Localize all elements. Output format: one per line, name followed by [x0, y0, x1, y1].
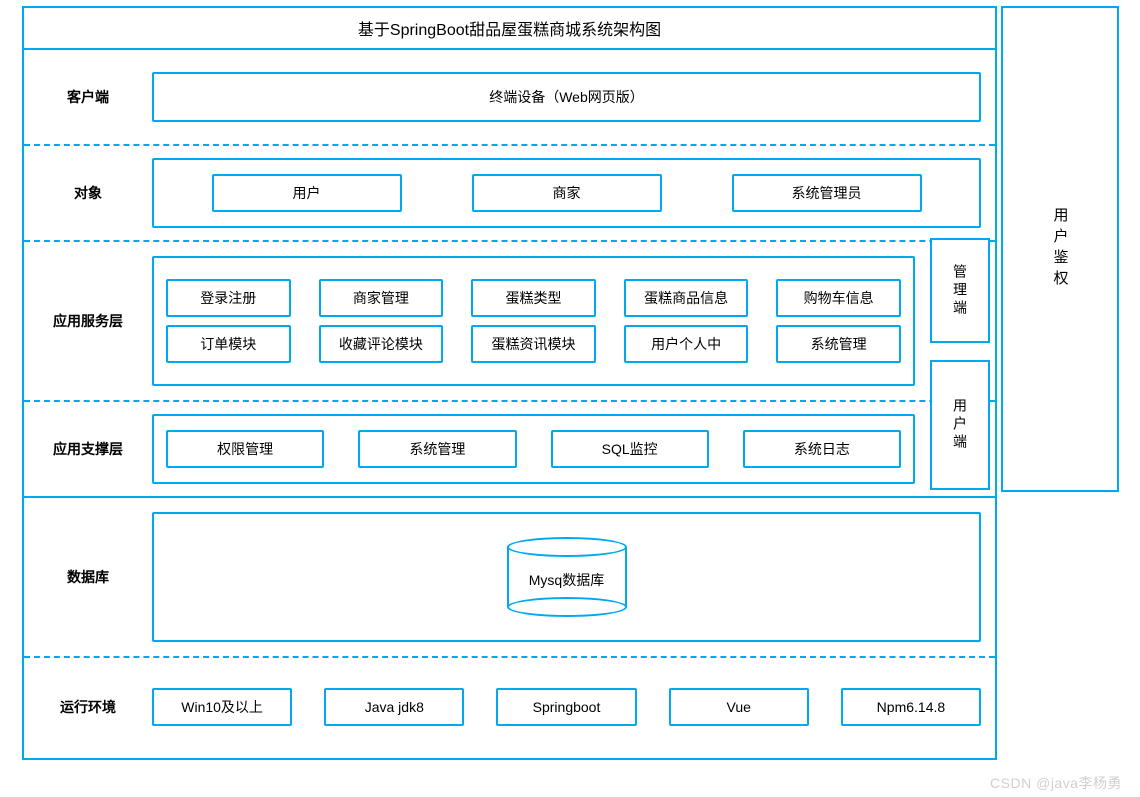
env-jdk8: Java jdk8: [324, 688, 464, 726]
support-sys-log: 系统日志: [743, 430, 901, 468]
title-text: 基于SpringBoot甜品屋蛋糕商城系统架构图: [358, 16, 661, 40]
row-label-client: 客户端: [24, 50, 152, 144]
support-sql-monitor: SQL监控: [551, 430, 709, 468]
row-object: 对象 用户 商家 系统管理员: [24, 144, 995, 240]
row-env: 运行环境 Win10及以上 Java jdk8 Springboot Vue N…: [24, 656, 995, 756]
object-user: 用户: [212, 174, 402, 212]
db-panel: Mysq数据库: [152, 512, 981, 642]
user-auth-box: 用户鉴权: [1001, 6, 1119, 492]
service-news: 蛋糕资讯模块: [471, 325, 596, 363]
row-label-env: 运行环境: [24, 658, 152, 756]
client-terminal-box: 终端设备（Web网页版）: [152, 72, 981, 122]
row-support: 应用支撑层 权限管理 系统管理 SQL监控 系统日志: [24, 400, 995, 496]
support-permission: 权限管理: [166, 430, 324, 468]
row-service: 应用服务层 登录注册 商家管理 蛋糕类型 蛋糕商品信息 购物车信息 订单模块 收…: [24, 240, 995, 400]
row-label-db: 数据库: [24, 498, 152, 656]
row-client: 客户端 终端设备（Web网页版）: [24, 48, 995, 144]
db-cylinder-icon: Mysq数据库: [507, 537, 627, 617]
env-springboot: Springboot: [496, 688, 636, 726]
service-login: 登录注册: [166, 279, 291, 317]
architecture-outer-frame: 基于SpringBoot甜品屋蛋糕商城系统架构图 客户端 终端设备（Web网页版…: [22, 6, 997, 760]
side-mgmt-column: 管理端 用户端: [930, 238, 992, 490]
env-win10: Win10及以上: [152, 688, 292, 726]
service-favorite: 收藏评论模块: [319, 325, 444, 363]
row-db: 数据库 Mysq数据库: [24, 496, 995, 656]
db-cylinder-label: Mysq数据库: [529, 570, 604, 590]
row-label-support: 应用支撑层: [24, 402, 152, 496]
service-cart: 购物车信息: [776, 279, 901, 317]
service-row-1: 登录注册 商家管理 蛋糕类型 蛋糕商品信息 购物车信息: [166, 279, 901, 317]
row-label-object: 对象: [24, 146, 152, 240]
service-row-2: 订单模块 收藏评论模块 蛋糕资讯模块 用户个人中 系统管理: [166, 325, 901, 363]
client-terminal-text: 终端设备（Web网页版）: [489, 87, 644, 107]
service-user-center: 用户个人中: [624, 325, 749, 363]
side-mgmt-end: 管理端: [930, 238, 990, 343]
right-auth-column: 用户鉴权: [1001, 6, 1119, 492]
service-order: 订单模块: [166, 325, 291, 363]
service-sys-mgmt: 系统管理: [776, 325, 901, 363]
env-npm: Npm6.14.8: [841, 688, 981, 726]
object-admin: 系统管理员: [732, 174, 922, 212]
service-cake-product: 蛋糕商品信息: [624, 279, 749, 317]
row-label-service: 应用服务层: [24, 242, 152, 400]
service-cake-type: 蛋糕类型: [471, 279, 596, 317]
object-panel: 用户 商家 系统管理员: [152, 158, 981, 228]
service-merchant-mgmt: 商家管理: [319, 279, 444, 317]
watermark-text: CSDN @java李杨勇: [990, 773, 1122, 793]
diagram-title: 基于SpringBoot甜品屋蛋糕商城系统架构图: [24, 8, 995, 48]
support-sys-mgmt: 系统管理: [358, 430, 516, 468]
support-panel: 权限管理 系统管理 SQL监控 系统日志: [152, 414, 915, 484]
env-vue: Vue: [669, 688, 809, 726]
side-user-end: 用户端: [930, 360, 990, 490]
object-merchant: 商家: [472, 174, 662, 212]
service-panel: 登录注册 商家管理 蛋糕类型 蛋糕商品信息 购物车信息 订单模块 收藏评论模块 …: [152, 256, 915, 386]
